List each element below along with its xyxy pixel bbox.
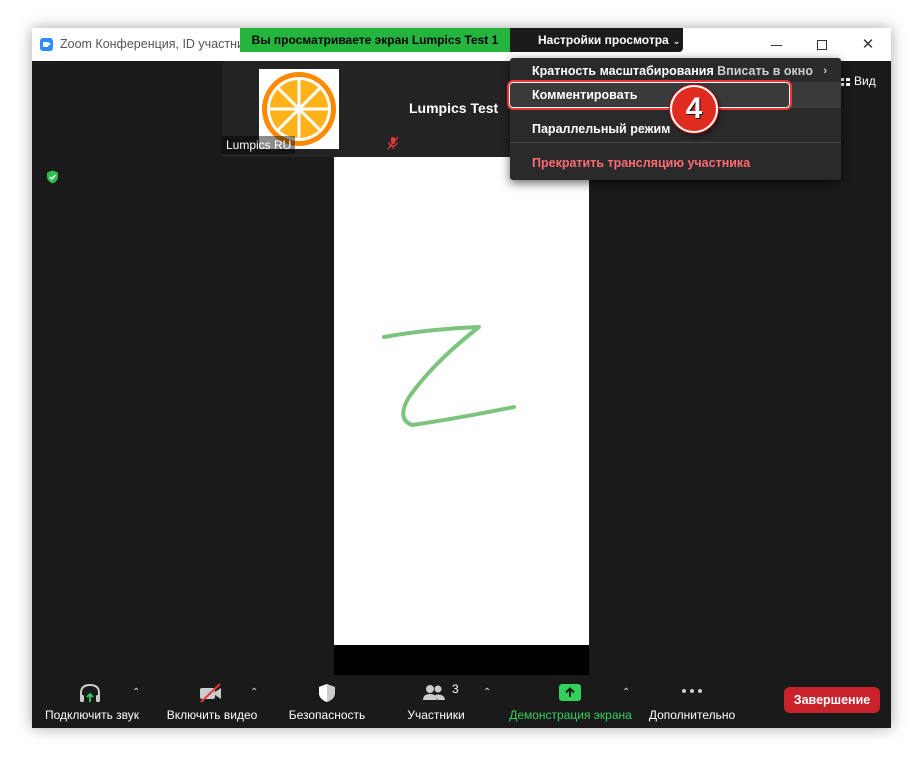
video-options-caret-icon[interactable]: ⌃ [250, 687, 258, 698]
minimize-icon [770, 44, 782, 46]
view-options-button[interactable]: Настройки просмотра ⌄ [510, 28, 683, 52]
participants-count: 3 [452, 682, 459, 696]
share-screen-icon [559, 684, 581, 701]
more-label: Дополнительно [648, 708, 736, 722]
zoom-window: Zoom Конференция, ID участник ✕ Вы просм… [32, 28, 891, 728]
view-layout-label: Вид [854, 74, 876, 88]
video-off-icon [200, 683, 221, 703]
encryption-shield-icon[interactable] [46, 170, 59, 184]
grid-icon [840, 78, 850, 86]
security-shield-icon [319, 684, 335, 702]
menu-divider [510, 142, 841, 143]
more-dots-icon [682, 689, 702, 693]
share-screen-button[interactable]: Демонстрация экрана [502, 675, 639, 728]
close-icon: ✕ [861, 36, 875, 53]
security-button[interactable]: Безопасность [282, 675, 372, 728]
start-video-button[interactable]: Включить видео [160, 675, 264, 728]
active-speaker-name: Lumpics Test [409, 100, 499, 116]
share-options-caret-icon[interactable]: ⌃ [622, 687, 630, 698]
maximize-icon [817, 40, 827, 51]
window-title: Zoom Конференция, ID участник [60, 37, 250, 51]
participants-icon [423, 685, 445, 700]
screen-share-banner: Вы просматриваете экран Lumpics Test 1 [240, 28, 510, 52]
join-audio-button[interactable]: Подключить звук [40, 675, 144, 728]
close-button[interactable]: ✕ [845, 28, 891, 61]
participants-options-caret-icon[interactable]: ⌃ [483, 687, 491, 698]
shared-screen-bottom-bar [334, 645, 589, 675]
audio-options-caret-icon[interactable]: ⌃ [132, 687, 140, 698]
end-meeting-button[interactable]: Завершение [784, 687, 880, 713]
shared-screen-area [334, 157, 589, 645]
security-label: Безопасность [288, 708, 366, 722]
annotate-highlight-frame [507, 80, 792, 110]
minimize-button[interactable] [753, 28, 799, 61]
view-options-label: Настройки просмотра [538, 33, 669, 47]
start-video-label: Включить видео [166, 708, 258, 722]
chevron-down-icon: ⌄ [672, 36, 681, 46]
meeting-toolbar: Подключить звук ⌃ Включить видео ⌃ Безоп… [32, 675, 891, 728]
annotation-drawing [382, 325, 516, 427]
more-button[interactable]: Дополнительно [644, 675, 740, 728]
step-number-badge: 4 [670, 85, 718, 133]
maximize-button[interactable] [799, 28, 845, 61]
join-audio-label: Подключить звук [44, 708, 140, 722]
view-layout-button[interactable]: Вид [840, 74, 876, 88]
headphones-icon [80, 683, 100, 702]
participant-name-label: Lumpics RU [222, 136, 296, 154]
menu-item-stop-participant-share[interactable]: Прекратить трансляцию участника [510, 150, 841, 176]
participants-label: Участники [407, 708, 465, 722]
chevron-right-icon: › [823, 65, 827, 77]
zoom-app-icon [40, 38, 53, 51]
muted-microphone-icon [387, 136, 399, 150]
zoom-ratio-label: Кратность масштабирования [532, 64, 714, 78]
share-screen-label: Демонстрация экрана [509, 708, 632, 722]
participants-button[interactable]: 3 Участники [396, 675, 476, 728]
